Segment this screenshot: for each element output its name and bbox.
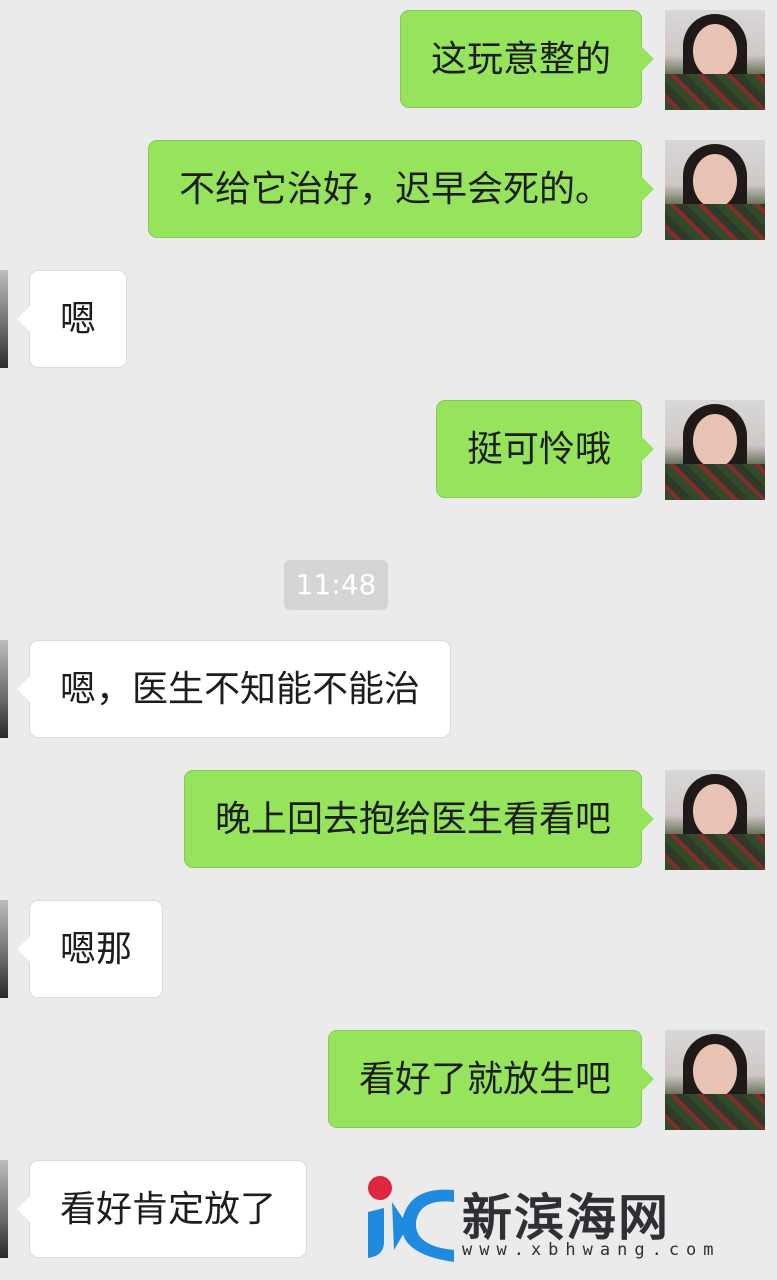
their-message-bubble[interactable]: 嗯	[16, 270, 128, 368]
my-avatar[interactable]	[665, 10, 765, 110]
logo-mark-icon	[368, 1176, 454, 1262]
watermark-logo: 新滨海网 www.xbhwang.com	[358, 1172, 758, 1268]
contact-avatar[interactable]	[0, 640, 8, 738]
my-avatar[interactable]	[665, 1030, 765, 1130]
my-avatar[interactable]	[665, 140, 765, 240]
my-message-bubble[interactable]: 看好了就放生吧	[327, 1030, 655, 1128]
my-avatar[interactable]	[665, 770, 765, 870]
my-avatar[interactable]	[665, 400, 765, 500]
contact-avatar[interactable]	[0, 1160, 8, 1258]
their-message-bubble[interactable]: 嗯那	[16, 900, 164, 998]
watermark-url: www.xbhwang.com	[462, 1240, 721, 1260]
my-message-bubble[interactable]: 挺可怜哦	[435, 400, 655, 498]
my-message-bubble[interactable]: 不给它治好，迟早会死的。	[147, 140, 655, 238]
their-message-bubble[interactable]: 看好肯定放了	[16, 1160, 308, 1258]
my-message-bubble[interactable]: 晚上回去抱给医生看看吧	[183, 770, 655, 868]
contact-avatar[interactable]	[0, 270, 8, 368]
contact-avatar[interactable]	[0, 900, 8, 998]
my-message-bubble[interactable]: 这玩意整的	[399, 10, 655, 108]
timestamp-label: 11:48	[284, 560, 388, 610]
their-message-bubble[interactable]: 嗯，医生不知能不能治	[16, 640, 452, 738]
